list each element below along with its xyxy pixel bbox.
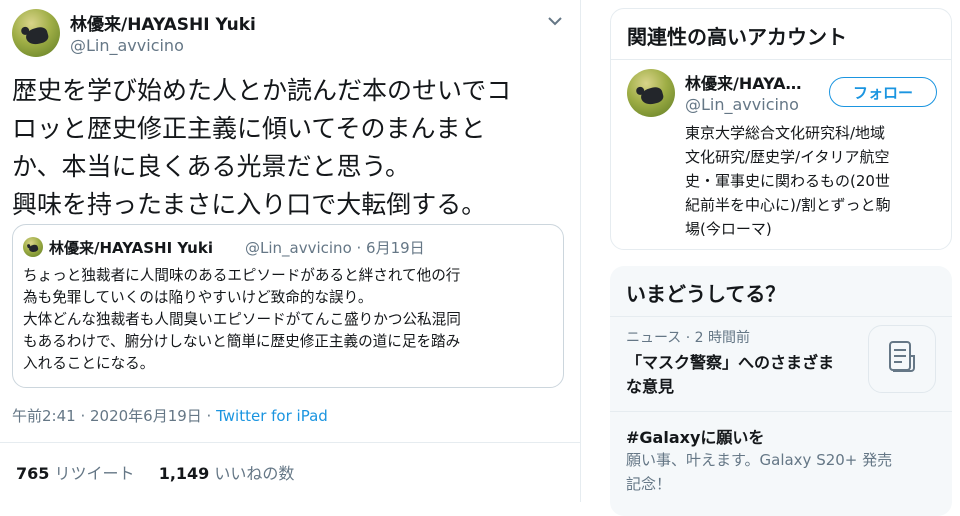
trend-title-line: な意見: [626, 377, 675, 396]
article-icon: [868, 325, 936, 393]
tweet-source-link[interactable]: Twitter for iPad: [216, 407, 328, 425]
related-account-name[interactable]: 林優来/HAYA…: [685, 70, 802, 94]
likes-count: 1,149: [158, 464, 210, 483]
related-bio: 東京大学総合文化研究科/地域 文化研究/歴史学/イタリア航空 史・軍事史に関わる…: [685, 121, 890, 241]
divider: [611, 59, 951, 60]
trend-item[interactable]: #Galaxyに願いを 願い事、叶えます。Galaxy S20+ 発売 記念！: [610, 412, 952, 512]
tweet-stats: 765 リツイート 1,149 いいねの数: [16, 460, 294, 484]
bio-line: 史・軍事史に関わるもの(20世: [685, 172, 890, 190]
quoted-tweet-card[interactable]: 林優来/HAYASHI Yuki @Lin_avvicino · 6月19日 ち…: [12, 224, 564, 388]
trend-meta: ニュース · 2 時間前: [626, 330, 751, 346]
quoted-handle-date: @Lin_avvicino · 6月19日: [245, 239, 425, 257]
tweet-timestamp[interactable]: 午前2:41 · 2020年6月19日 ·: [12, 407, 216, 425]
related-accounts-panel: 関連性の高いアカウント 林優来/HAYA… @Lin_avvicino フォロー…: [610, 8, 952, 250]
quoted-text-line: ちょっと独裁者に人間味のあるエピソードがあると絆されて他の行: [23, 267, 461, 284]
trend-item[interactable]: ニュース · 2 時間前 「マスク警察」へのさまざま な意見: [610, 317, 952, 411]
quoted-author-name: 林優来/HAYASHI Yuki: [49, 239, 213, 257]
bio-line: 紀前半を中心に)/割とずっと駒: [685, 196, 891, 214]
tweet-text: 歴史を学び始めた人とか読んだ本のせいでコ ロッと歴史修正主義に傾いてそのまんまと…: [12, 72, 511, 224]
likes-label: いいねの数: [214, 464, 295, 483]
bio-line: 東京大学総合文化研究科/地域: [685, 124, 886, 142]
quoted-avatar: [23, 237, 43, 257]
quoted-text: ちょっと独裁者に人間味のあるエピソードがあると絆されて他の行 為も免罪していくの…: [23, 265, 461, 375]
retweets-label: リツイート: [54, 464, 135, 483]
quoted-text-line: もあるわけで、腑分けしないと簡単に歴史修正主義の道に足を踏み: [23, 333, 461, 350]
trend-description-line: 願い事、叶えます。Galaxy S20+ 発売: [626, 451, 893, 469]
tweet-timestamp-row: 午前2:41 · 2020年6月19日 · Twitter for iPad: [12, 405, 328, 426]
trend-description-line: 記念！: [626, 475, 672, 493]
retweets-stat[interactable]: 765 リツイート: [16, 464, 135, 483]
trends-panel: いまどうしてる？ ニュース · 2 時間前 「マスク警察」へのさまざま な意見 …: [610, 266, 952, 516]
trend-title: 「マスク警察」へのさまざま な意見: [626, 351, 834, 399]
bird-image: [24, 25, 51, 48]
trends-heading: いまどうしてる？: [626, 282, 786, 306]
bird-image: [639, 85, 666, 108]
related-heading: 関連性の高いアカウント: [627, 25, 847, 49]
quoted-text-line: 入れることになる。: [23, 355, 155, 372]
column-divider: [580, 0, 581, 502]
likes-stat[interactable]: 1,149 いいねの数: [159, 464, 295, 483]
trend-description: 願い事、叶えます。Galaxy S20+ 発売 記念！: [626, 448, 892, 496]
related-account-handle[interactable]: @Lin_avvicino: [685, 95, 799, 114]
trend-hashtag: #Galaxyに願いを: [626, 428, 765, 447]
bio-line: 文化研究/歴史学/イタリア航空: [685, 148, 890, 166]
retweets-count: 765: [16, 464, 50, 483]
author-handle[interactable]: @Lin_avvicino: [70, 36, 184, 55]
quoted-text-line: 大体どんな独裁者も人間臭いエピソードがてんこ盛りかつ公私混同: [23, 311, 461, 328]
quoted-text-line: 為も免罪していくのは陥りやすいけど致命的な誤り。: [23, 289, 373, 306]
tweet-text-line: 興味を持ったまさに入り口で大転倒する。: [12, 190, 487, 219]
tweet-text-line: 歴史を学び始めた人とか読んだ本のせいでコ: [12, 76, 512, 105]
divider: [0, 442, 580, 443]
chevron-down-icon[interactable]: [547, 12, 563, 26]
tweet-text-line: か、本当に良くある光景だと思う。: [12, 152, 411, 181]
follow-button[interactable]: フォロー: [829, 77, 937, 107]
bird-image: [28, 243, 39, 253]
trend-title-line: 「マスク警察」へのさまざま: [626, 353, 835, 372]
related-avatar[interactable]: [627, 69, 675, 117]
bio-line: 場(今ローマ): [685, 220, 772, 238]
author-avatar[interactable]: [12, 9, 60, 57]
author-name[interactable]: 林優来/HAYASHI Yuki: [70, 10, 256, 35]
tweet-text-line: ロッと歴史修正主義に傾いてそのまんまと: [12, 114, 486, 143]
